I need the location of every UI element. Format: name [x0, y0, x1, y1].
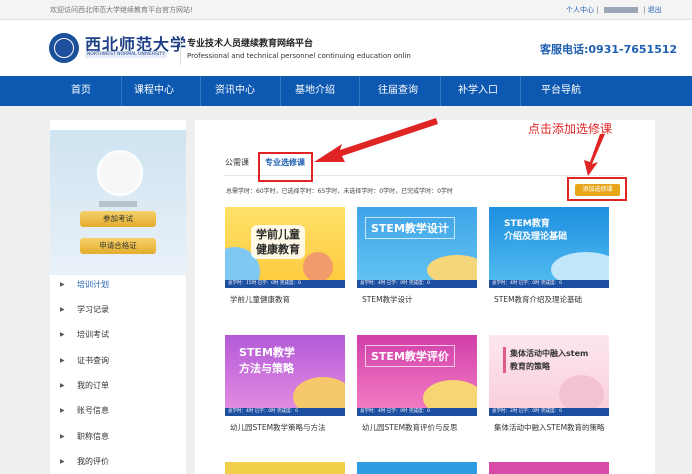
caret-right-icon: ▶: [60, 357, 65, 364]
course-card-partial[interactable]: [357, 462, 477, 474]
tab-public-courses[interactable]: 公需课: [225, 157, 249, 168]
username-blurred: [99, 201, 137, 207]
university-seal-icon[interactable]: [49, 33, 79, 63]
sidebar-item-exam[interactable]: ▶ 培训考试: [50, 329, 186, 343]
course-card[interactable]: 学前儿童 健康教育 总学时：15时 已学：0时 完成度：0 学前儿童健康教育: [225, 207, 345, 317]
course-thumbnail: STEM教学 方法与策略: [225, 335, 345, 416]
course-card-partial[interactable]: [225, 462, 345, 474]
hotline: 客服电话:0931-7651512: [540, 43, 678, 56]
course-progress-info: 总学时：4时 已学：0时 完成度：0: [357, 408, 477, 416]
school-name-en: NORTHWEST NORMAL UNIVERSITY: [85, 51, 167, 58]
thumbnail-title: STEM教学设计: [365, 217, 455, 239]
annotation-text: 点击添加选修课: [528, 122, 613, 136]
sidebar-item-label: 证书查询: [77, 356, 109, 365]
decoration: [303, 252, 333, 282]
course-card[interactable]: STEM教学 方法与策略 总学时：4时 已学：0时 完成度：0 幼儿园STEM教…: [225, 335, 345, 460]
sidebar-item-title-info[interactable]: ▶ 职称信息: [50, 431, 186, 445]
nav-base[interactable]: 基地介绍: [276, 76, 354, 106]
sidebar-item-evaluation[interactable]: ▶ 我的评价: [50, 456, 186, 470]
logout-link[interactable]: 退出: [648, 6, 662, 14]
course-card[interactable]: STEM教学评价 总学时：4时 已学：0时 完成度：0 幼儿园STEM教育评价与…: [357, 335, 477, 460]
sidebar-item-study-record[interactable]: ▶ 学习记录: [50, 304, 186, 318]
personal-center-link[interactable]: 个人中心: [566, 6, 594, 14]
profile-panel: 参加考试 申请合格证: [50, 130, 186, 275]
nav-makeup[interactable]: 补学入口: [439, 76, 517, 106]
nav-history[interactable]: 往届查询: [359, 76, 437, 106]
platform-title: 专业技术人员继续教育网络平台: [187, 39, 314, 49]
course-name[interactable]: 幼儿园STEM教育评价与反思: [362, 422, 474, 434]
elective-tab-highlight: [258, 152, 313, 182]
nav-courses[interactable]: 课程中心: [115, 76, 193, 106]
thumbnail-title: STEM教学评价: [365, 345, 455, 367]
course-card[interactable]: STEM教育 介绍及理论基础 总学时：4时 已学：0时 完成度：0 STEM教育…: [489, 207, 609, 317]
thumbnail-title: STEM教学 方法与策略: [239, 346, 295, 375]
sidebar-item-account[interactable]: ▶ 账号信息: [50, 405, 186, 419]
sidebar: 参加考试 申请合格证 ▶ 培训计划 ▶ 学习记录 ▶ 培训考试 ▶ 证书查询 ▶ 我的订单…: [50, 120, 186, 474]
course-name[interactable]: 幼儿园STEM教学策略与方法: [230, 422, 342, 434]
course-progress-info: 总学时：2时 已学：0时 完成度：0: [489, 408, 609, 416]
platform-subtitle: Professional and technical personnel con…: [187, 52, 411, 60]
course-card[interactable]: 集体活动中融入stem 教育的策略 总学时：2时 已学：0时 完成度：0 集体活…: [489, 335, 609, 460]
course-progress-info: 总学时：4时 已学：0时 完成度：0: [357, 280, 477, 288]
sidebar-item-label: 职称信息: [77, 432, 109, 441]
caret-right-icon: ▶: [60, 331, 65, 338]
course-name[interactable]: 集体活动中融入STEM教育的策略: [494, 422, 606, 434]
course-thumbnail: STEM教学设计: [357, 207, 477, 288]
sidebar-item-training-plan[interactable]: ▶ 培训计划: [50, 279, 186, 293]
course-thumbnail: STEM教学评价: [357, 335, 477, 416]
nav-guide[interactable]: 平台导航: [522, 76, 600, 106]
sidebar-item-certificate[interactable]: ▶ 证书查询: [50, 355, 186, 369]
course-progress-info: 总学时：15时 已学：0时 完成度：0: [225, 280, 345, 288]
sidebar-item-label: 我的订单: [77, 381, 109, 390]
welcome-text: 欢迎访问西北师范大学继续教育平台官方网站!: [50, 6, 193, 14]
separator: |: [596, 6, 599, 14]
main-nav: 首页 课程中心 资讯中心 基地介绍 往届查询 补学入口 平台导航: [0, 76, 692, 106]
hours-summary: 总需学时：60学时，已选择学时：65学时，未选择学时：0学时，已完成学时：0学时: [226, 188, 453, 195]
take-exam-button[interactable]: 参加考试: [80, 211, 156, 227]
caret-right-icon: ▶: [60, 382, 65, 389]
nav-home[interactable]: 首页: [42, 76, 120, 106]
course-name[interactable]: STEM教育介绍及理论基础: [494, 294, 606, 306]
header-divider: [180, 35, 181, 65]
caret-right-icon: ▶: [60, 281, 65, 288]
course-progress-info: 总学时：4时 已学：0时 完成度：0: [225, 408, 345, 416]
nav-news[interactable]: 资讯中心: [196, 76, 274, 106]
username-blurred: [603, 7, 638, 13]
apply-certificate-button[interactable]: 申请合格证: [80, 238, 156, 254]
course-card[interactable]: STEM教学设计 总学时：4时 已学：0时 完成度：0 STEM教学设计: [357, 207, 477, 317]
avatar: [97, 150, 143, 196]
course-thumbnail: STEM教育 介绍及理论基础: [489, 207, 609, 288]
sidebar-item-orders[interactable]: ▶ 我的订单: [50, 380, 186, 394]
thumbnail-title: 学前儿童 健康教育: [251, 225, 305, 259]
sidebar-item-label: 培训计划: [77, 280, 109, 289]
course-name[interactable]: 学前儿童健康教育: [230, 294, 342, 306]
caret-right-icon: ▶: [60, 407, 65, 414]
thumbnail-title: 集体活动中融入stem 教育的策略: [503, 347, 588, 373]
caret-right-icon: ▶: [60, 306, 65, 313]
course-name[interactable]: STEM教学设计: [362, 294, 474, 306]
sidebar-item-label: 培训考试: [77, 330, 109, 339]
top-right-links: 个人中心 | | 退出: [566, 5, 662, 15]
thumbnail-title: STEM教育 介绍及理论基础: [504, 219, 568, 242]
sidebar-item-label: 我的评价: [77, 457, 109, 466]
course-progress-info: 总学时：4时 已学：0时 完成度：0: [489, 280, 609, 288]
add-elective-button[interactable]: 添加选修课: [575, 184, 620, 196]
sidebar-item-label: 账号信息: [77, 406, 109, 415]
caret-right-icon: ▶: [60, 458, 65, 465]
separator: |: [643, 6, 646, 14]
course-thumbnail: 集体活动中融入stem 教育的策略: [489, 335, 609, 416]
sidebar-item-label: 学习记录: [77, 305, 109, 314]
top-bar: 欢迎访问西北师范大学继续教育平台官方网站! 个人中心 | | 退出: [0, 0, 692, 20]
course-thumbnail: 学前儿童 健康教育: [225, 207, 345, 288]
caret-right-icon: ▶: [60, 433, 65, 440]
nav-separator: [520, 76, 521, 106]
course-card-partial[interactable]: [489, 462, 609, 474]
